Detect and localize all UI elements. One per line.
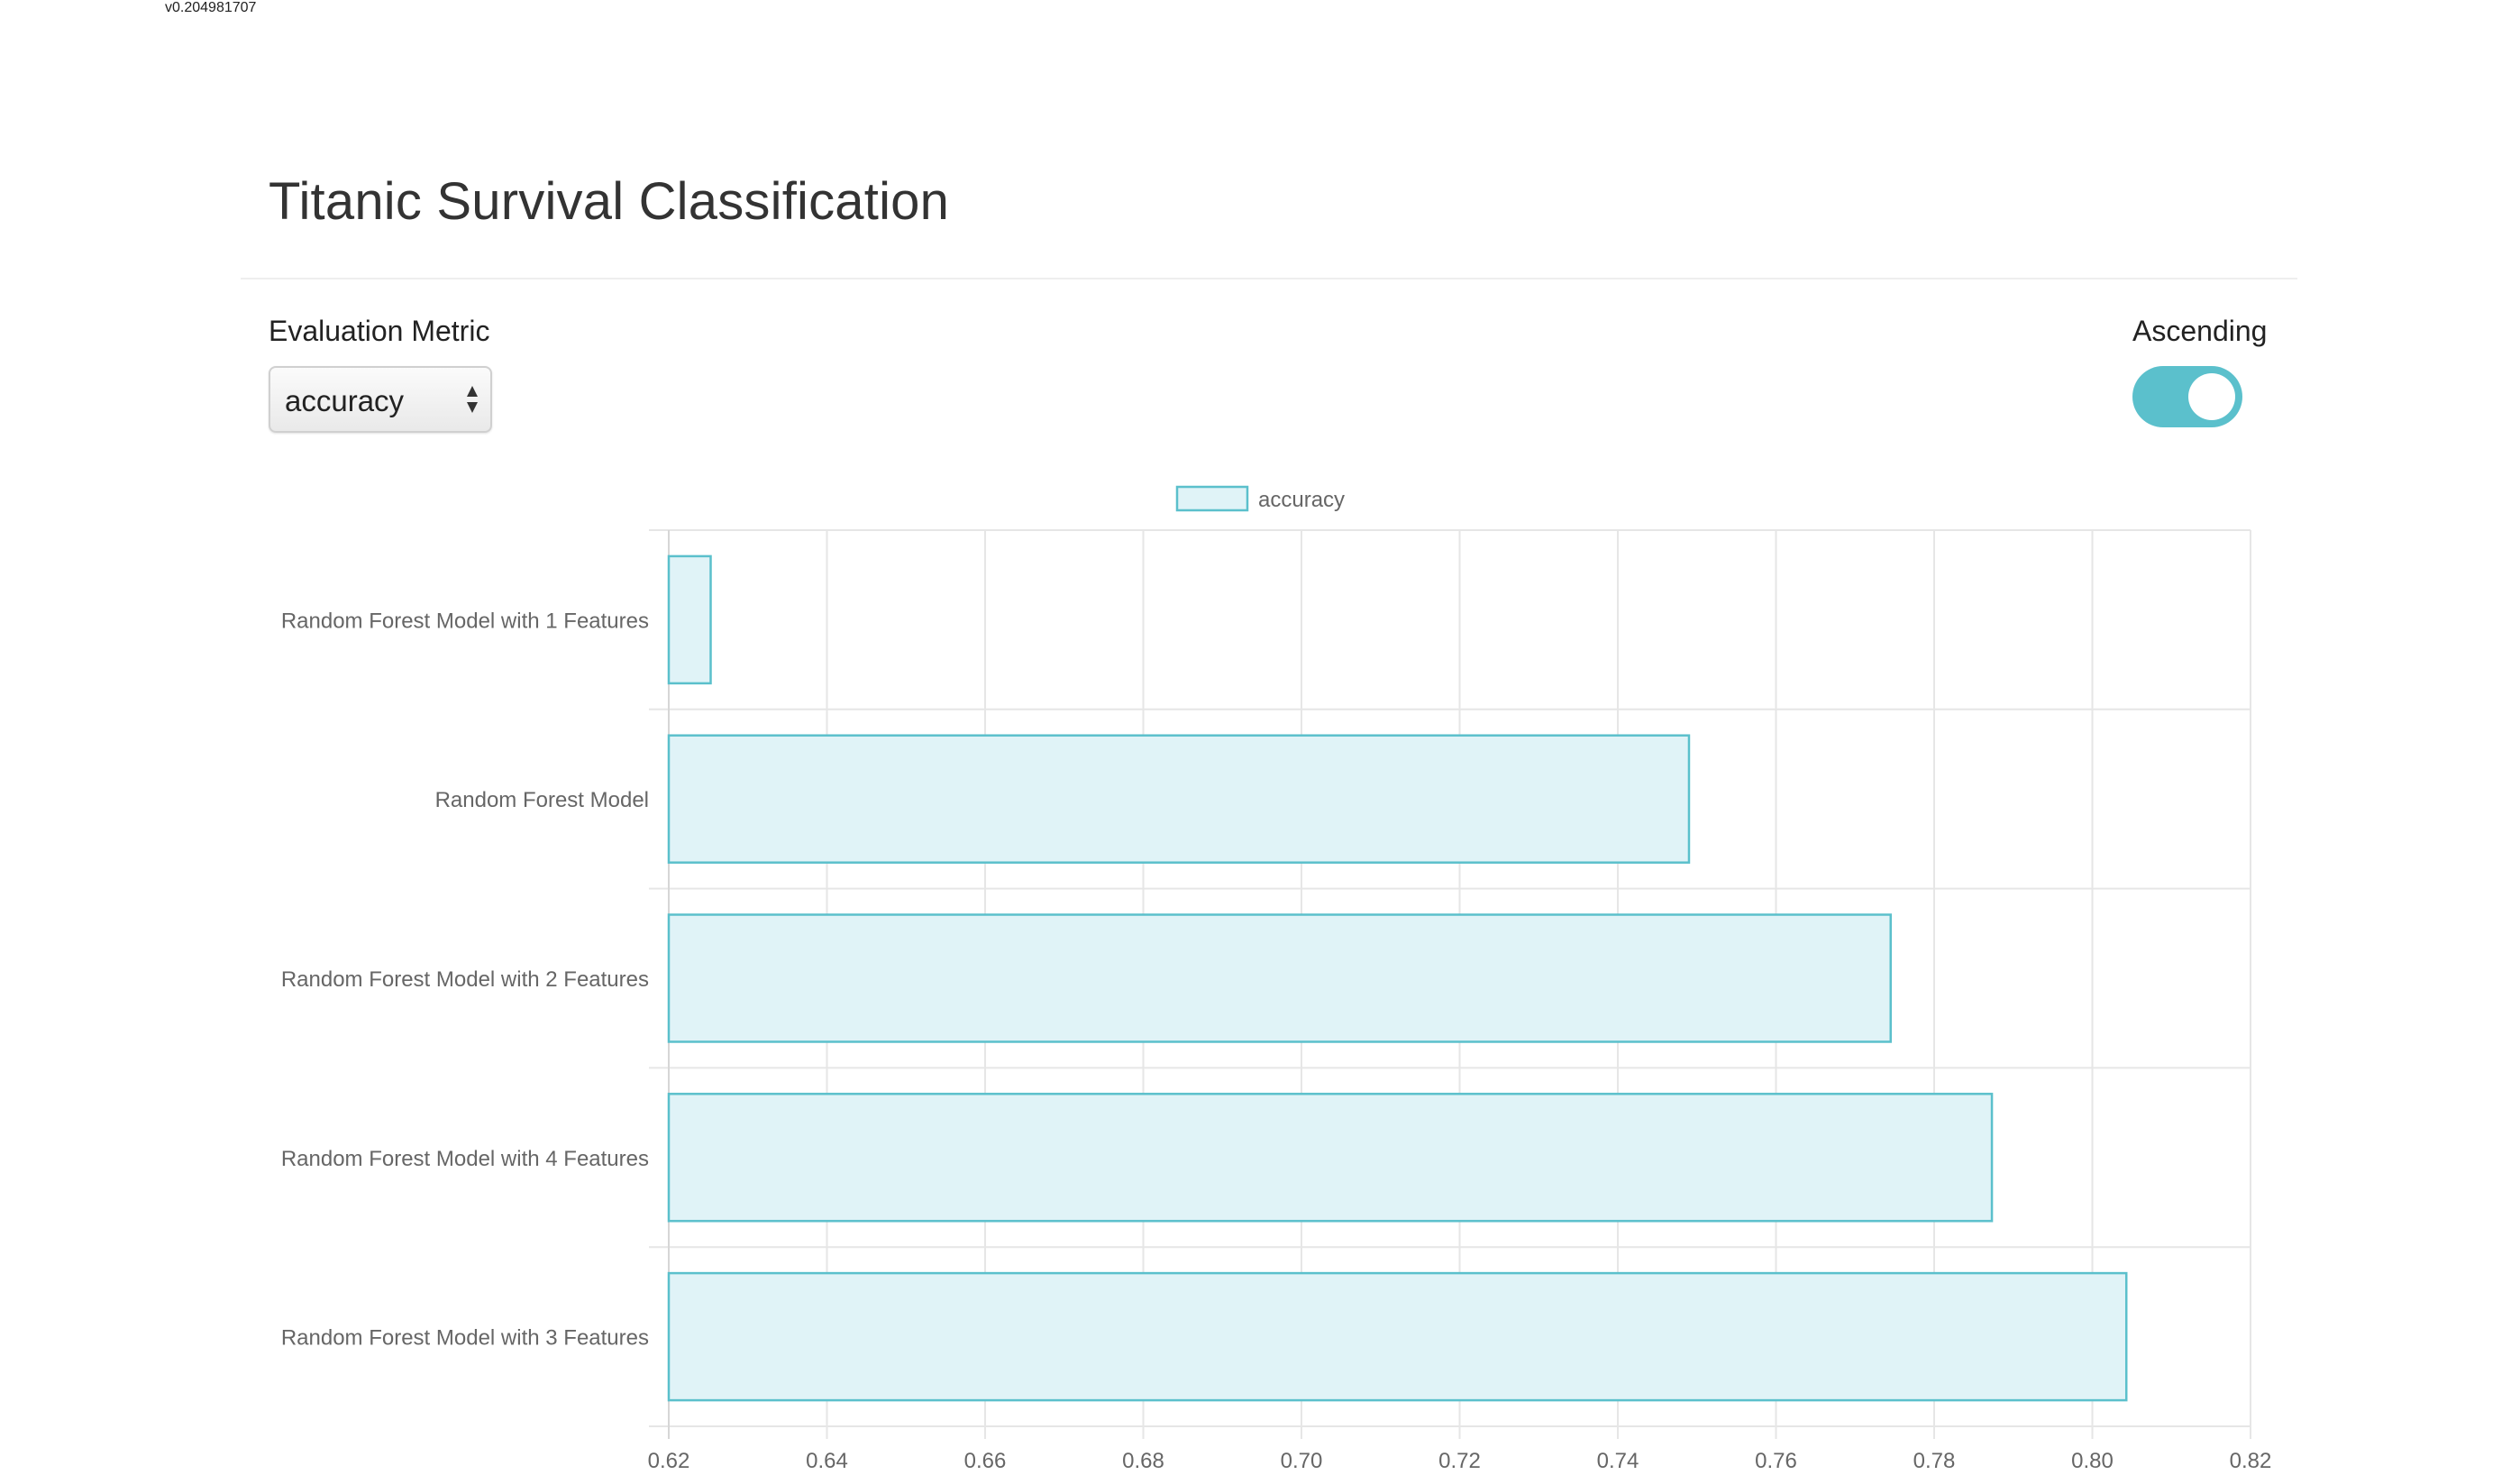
category-label: Random Forest Model — [435, 788, 649, 812]
x-tick-label: 0.66 — [964, 1449, 1007, 1473]
category-label: Random Forest Model with 1 Features — [281, 609, 649, 633]
x-tick-label: 0.74 — [1597, 1449, 1639, 1473]
bar-1 — [667, 554, 712, 685]
x-tick-label: 0.64 — [806, 1449, 848, 1473]
x-tick-label: 0.80 — [2071, 1449, 2114, 1473]
x-tick-label: 0.82 — [2230, 1449, 2272, 1473]
bar-5 — [667, 1271, 2128, 1402]
bar-2 — [667, 734, 1691, 864]
category-label: Random Forest Model with 3 Features — [281, 1326, 649, 1351]
legend-swatch — [1175, 485, 1249, 512]
category-label: Random Forest Model with 4 Features — [281, 1147, 649, 1171]
x-tick-label: 0.68 — [1122, 1449, 1164, 1473]
x-tick-label: 0.72 — [1438, 1449, 1481, 1473]
category-label: Random Forest Model with 2 Features — [281, 967, 649, 992]
bar-4 — [667, 1093, 1994, 1223]
x-tick-label: 0.76 — [1755, 1449, 1797, 1473]
x-tick-label: 0.70 — [1281, 1449, 1323, 1473]
x-tick-label: 0.62 — [648, 1449, 690, 1473]
legend-label: accuracy — [1258, 488, 1345, 512]
x-tick-label: 0.78 — [1913, 1449, 1956, 1473]
accuracy-bar-chart: Random Forest Model with 1 Features Rando… — [281, 485, 2272, 1473]
bar-3 — [667, 913, 1892, 1043]
